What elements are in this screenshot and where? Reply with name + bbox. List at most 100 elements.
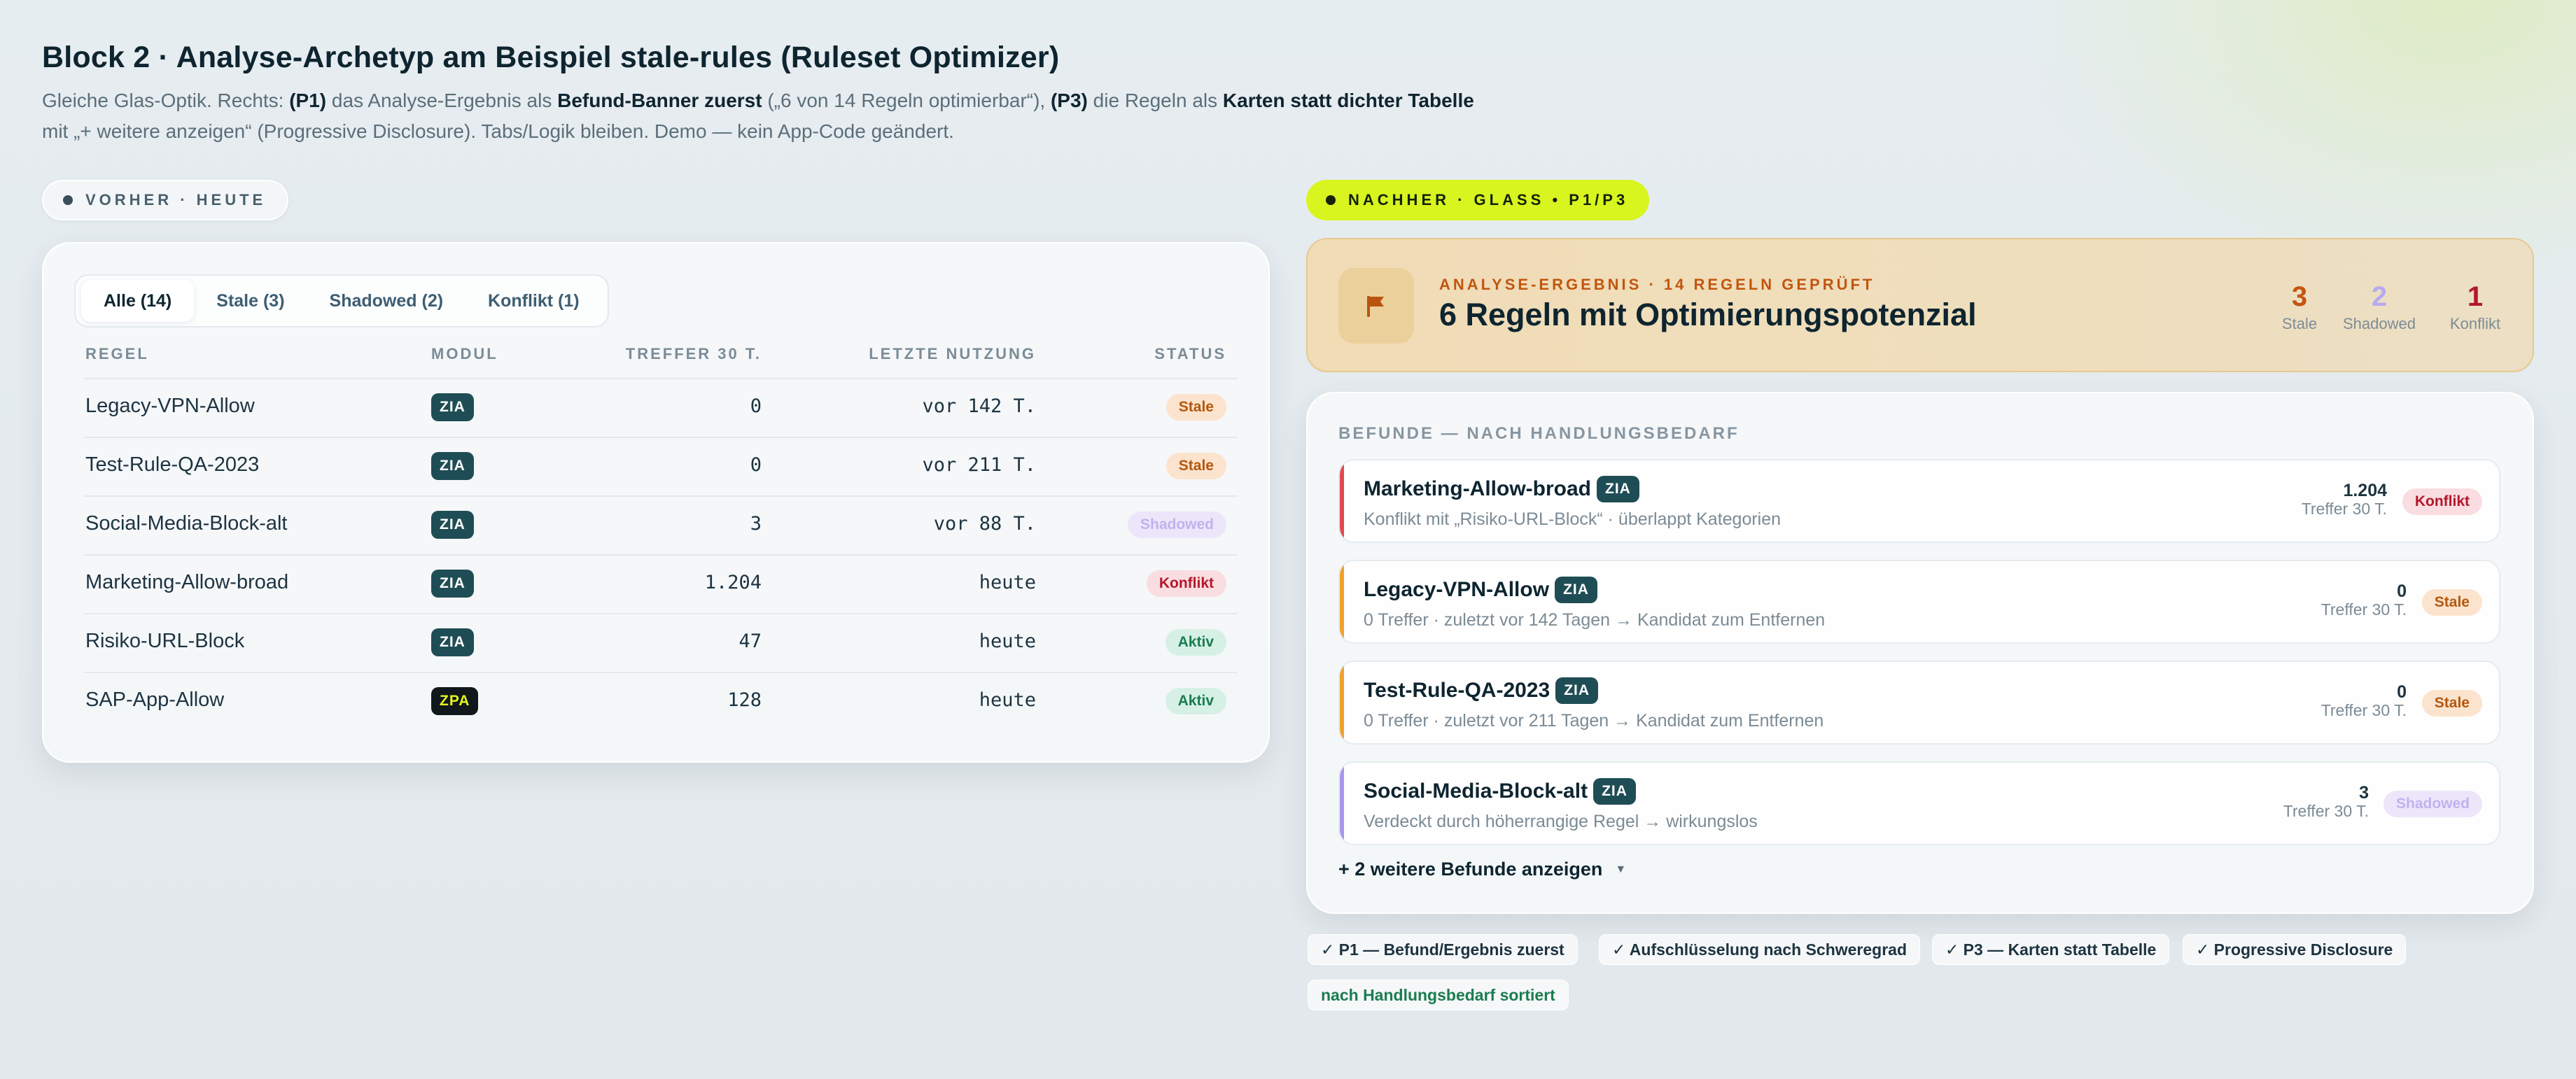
finding-description: 0 Treffer · zuletzt vor 211 Tagen → Kand…: [1364, 711, 1824, 731]
finding-card[interactable]: Marketing-Allow-broad ZIA Konflikt mit „Ri…: [1338, 459, 2500, 543]
flag-icon: [1338, 268, 1414, 344]
tag-p3: ✓ P3 — Karten statt Tabelle: [1932, 934, 2170, 965]
module-badge: ZIA: [1555, 577, 1597, 603]
finding-title: Marketing-Allow-broad ZIA: [1364, 476, 1639, 502]
status-badge: Shadowed: [1127, 512, 1226, 538]
row-divider: [84, 378, 1238, 379]
page-subtitle: Gleiche Glas-Optik. Rechts: (P1) das Ana…: [42, 85, 1498, 147]
stat-shadowed-label: Shadowed: [2343, 315, 2416, 332]
finding-description: Konflikt mit „Risiko-URL-Block“ · überla…: [1364, 509, 1782, 529]
after-pill: NACHHER · GLASS • P1/P3: [1306, 180, 1650, 220]
stat-konflikt-value: 1: [2467, 281, 2484, 312]
stat-konflikt-label: Konflikt: [2449, 315, 2501, 332]
finding-card[interactable]: Legacy-VPN-Allow ZIA 0 Treffer · zuletzt v…: [1338, 560, 2500, 644]
module-badge: ZIA: [1593, 778, 1636, 805]
finding-hits: 0 Treffer 30 T.: [2321, 683, 2407, 719]
banner-kicker: ANALYSE-ERGEBNIS · 14 REGELN GEPRÜFT: [1439, 276, 1875, 293]
status-badge: Aktiv: [1165, 629, 1226, 656]
finding-card[interactable]: Social-Media-Block-alt ZIA Verdeckt durch …: [1338, 761, 2500, 845]
stat-shadowed-value: 2: [2371, 281, 2388, 312]
severity-accent-bar: [1340, 561, 1344, 642]
last-used-value: heute: [979, 689, 1036, 711]
finding-description: 0 Treffer · zuletzt vor 142 Tagen → Kand…: [1364, 610, 1826, 630]
status-badge: Aktiv: [1165, 688, 1226, 714]
status-badge: Konflikt: [2402, 488, 2482, 515]
finding-title: Test-Rule-QA-2023 ZIA: [1364, 677, 1599, 704]
finding-title: Social-Media-Block-alt ZIA: [1364, 778, 1636, 805]
finding-hits: 3 Treffer 30 T.: [2283, 784, 2369, 820]
finding-title: Legacy-VPN-Allow ZIA: [1364, 577, 1597, 603]
tag-p1: ✓ P1 — Befund/Ergebnis zuerst: [1308, 934, 1578, 965]
subtitle-text: mit „+ weitere anzeigen“ (Progressive Di…: [42, 120, 954, 142]
hits-label: Treffer 30 T.: [2320, 701, 2407, 719]
finding-hits: 0 Treffer 30 T.: [2321, 582, 2407, 619]
show-more-button[interactable]: + 2 weitere Befunde anzeigen ▼: [1338, 859, 1626, 880]
stat-stale-label: Stale: [2281, 315, 2318, 332]
row-divider: [84, 554, 1238, 556]
hits-label: Treffer 30 T.: [2301, 500, 2387, 518]
bullet-icon: [1326, 195, 1336, 205]
finding-hits: 1.204 Treffer 30 T.: [2302, 481, 2387, 518]
severity-accent-bar: [1340, 763, 1344, 844]
last-used-value: heute: [979, 630, 1036, 652]
status-badge: Shadowed: [2383, 791, 2482, 817]
last-used-value: vor 211 T.: [922, 454, 1036, 476]
last-used-value: heute: [979, 572, 1036, 593]
banner-title: 6 Regeln mit Optimierungspotenzial: [1439, 297, 1977, 332]
last-used-value: vor 142 T.: [922, 395, 1036, 417]
hits-value: 0: [2397, 682, 2407, 702]
finding-rule-name: Marketing-Allow-broad: [1364, 477, 1592, 500]
hits-label: Treffer 30 T.: [2320, 600, 2407, 619]
tab-alle[interactable]: Alle (14): [81, 280, 195, 322]
module-badge: ZIA: [1555, 677, 1599, 704]
tag-progressive: ✓ Progressive Disclosure: [2183, 934, 2407, 965]
chevron-down-icon: ▼: [1615, 863, 1627, 875]
last-used-value: vor 88 T.: [933, 513, 1036, 535]
findings-title: BEFUNDE — NACH HANDLUNGSBEDARF: [1338, 424, 1740, 443]
subtitle-text: die Regeln als: [1087, 90, 1223, 111]
row-divider: [84, 437, 1238, 438]
bullet-icon: [63, 195, 73, 205]
finding-rule-name: Social-Media-Block-alt: [1364, 780, 1588, 803]
row-divider: [84, 613, 1238, 614]
stat-stale-value: 3: [2291, 281, 2308, 312]
row-divider: [84, 495, 1238, 497]
hits-label: Treffer 30 T.: [2283, 802, 2369, 820]
hits-value: 1.204: [2343, 481, 2387, 500]
status-badge: Stale: [1166, 394, 1226, 421]
subtitle-text: Gleiche Glas-Optik. Rechts:: [42, 90, 290, 111]
finding-description: Verdeckt durch höherrangige Regel → wirk…: [1364, 812, 1758, 831]
tab-konflikt[interactable]: Konflikt (1): [465, 280, 602, 322]
finding-rule-name: Legacy-VPN-Allow: [1364, 578, 1550, 601]
module-badge: ZIA: [1597, 476, 1639, 502]
subtitle-emphasis: Befund-Banner zuerst: [557, 90, 762, 111]
stat-stale: 3 Stale: [2276, 281, 2323, 333]
show-more-label: + 2 weitere Befunde anzeigen: [1338, 859, 1603, 880]
subtitle-emphasis: (P3): [1050, 90, 1088, 111]
subtitle-text: das Analyse-Ergebnis als: [326, 90, 558, 111]
severity-accent-bar: [1340, 662, 1344, 743]
tag-severity: ✓ Aufschlüsselung nach Schweregrad: [1599, 934, 1921, 965]
tab-shadowed[interactable]: Shadowed (2): [307, 280, 466, 322]
filter-tabs: Alle (14) Stale (3) Shadowed (2) Konflik…: [74, 274, 609, 327]
status-badge: Stale: [2421, 690, 2482, 717]
finding-card[interactable]: Test-Rule-QA-2023 ZIA 0 Treffer · zuletzt …: [1338, 661, 2500, 745]
row-divider: [84, 672, 1238, 673]
stat-shadowed: 2 Shadowed: [2339, 281, 2419, 333]
severity-accent-bar: [1340, 460, 1344, 542]
status-badge: Stale: [1166, 453, 1226, 479]
finding-rule-name: Test-Rule-QA-2023: [1364, 679, 1550, 702]
status-badge: Konflikt: [1146, 570, 1226, 597]
subtitle-emphasis: Karten statt dichter Tabelle: [1222, 90, 1474, 111]
before-pill-label: VORHER · HEUTE: [85, 191, 267, 209]
tag-sorted: nach Handlungsbedarf sortiert: [1308, 980, 1569, 1010]
hits-value: 3: [2359, 783, 2369, 803]
subtitle-text: („6 von 14 Regeln optimierbar“),: [762, 90, 1051, 111]
stat-konflikt: 1 Konflikt: [2446, 281, 2505, 333]
before-pill: VORHER · HEUTE: [42, 180, 289, 220]
status-badge: Stale: [2421, 589, 2482, 616]
page-title: Block 2 · Analyse-Archetyp am Beispiel s…: [42, 41, 1060, 74]
tab-stale[interactable]: Stale (3): [194, 280, 307, 322]
after-pill-label: NACHHER · GLASS • P1/P3: [1348, 191, 1629, 209]
subtitle-emphasis: (P1): [289, 90, 327, 111]
